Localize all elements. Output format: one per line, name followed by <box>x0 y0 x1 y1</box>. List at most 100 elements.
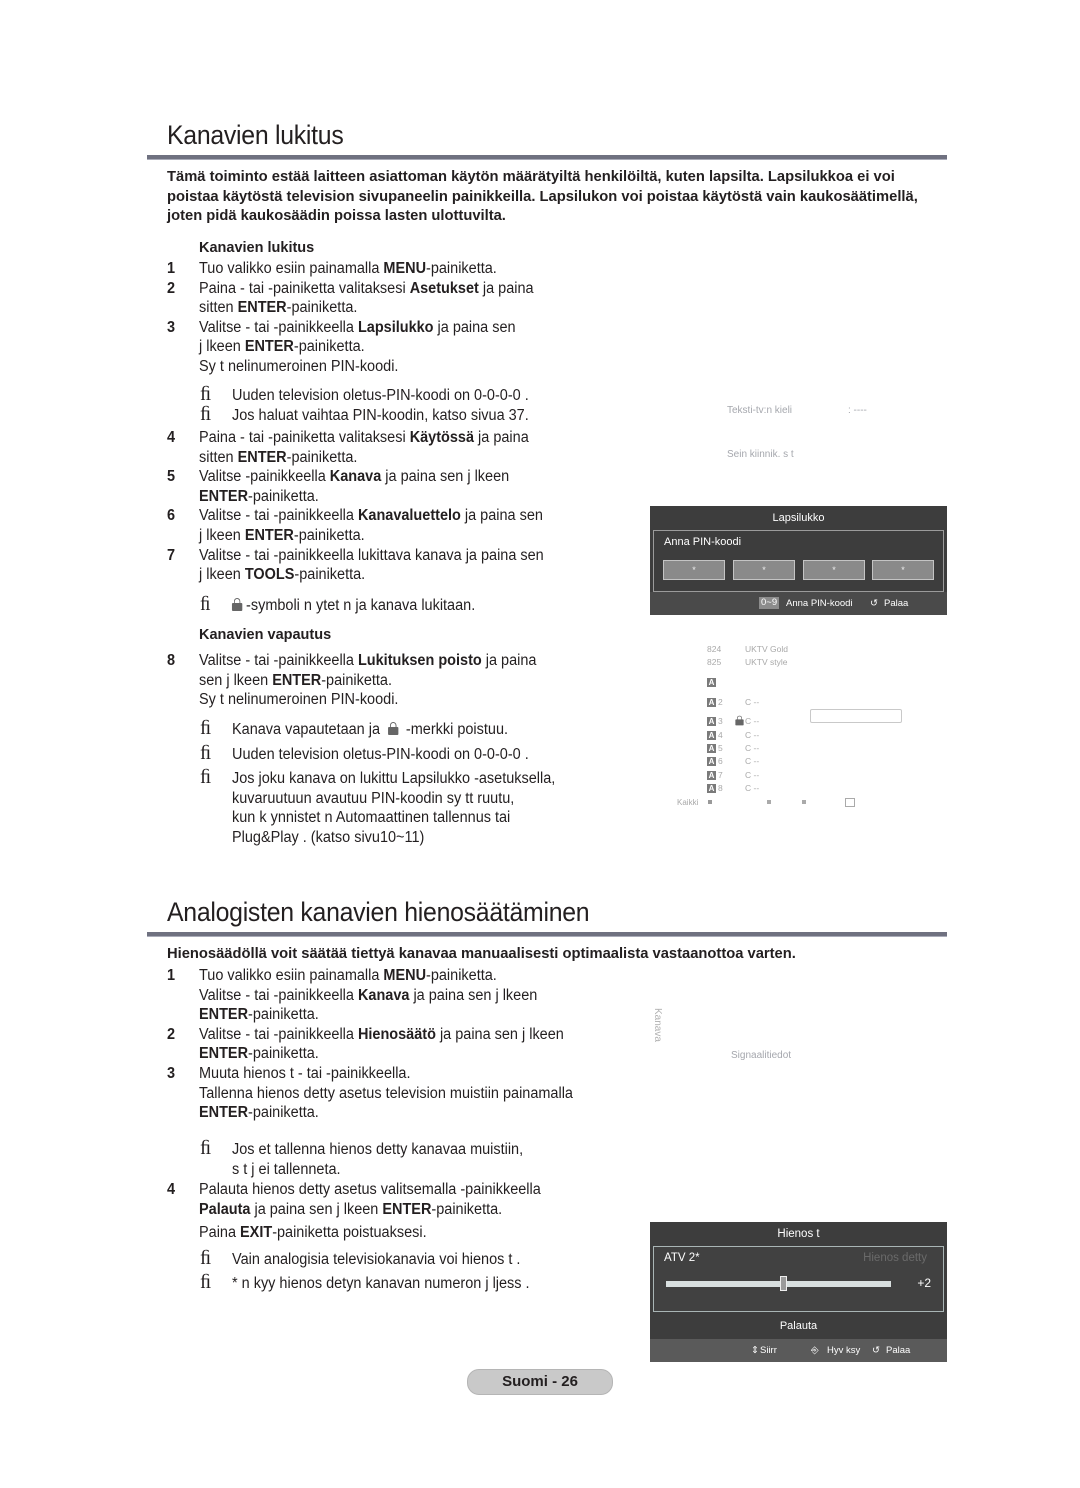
note-icon: ﬁ <box>200 766 212 789</box>
page-number-badge: Suomi - 26 <box>467 1369 613 1395</box>
channel-name: C -- <box>745 730 760 740</box>
note-item: ﬁ Kanava vapautetaan ja -merkki poistuu. <box>200 717 576 740</box>
text-line: ENTER-painiketta. <box>199 1045 319 1063</box>
text-line: j lkeen ENTER-painiketta. <box>199 526 365 544</box>
step-item: 7 Valitse - tai -painikkeella lukittava k… <box>167 546 566 585</box>
channel-number: 8 <box>718 783 723 793</box>
enter-icon: ⎆ <box>811 1345 819 1356</box>
pin-digit-row: * * * * <box>663 560 935 580</box>
note-icon: ﬁ <box>200 741 212 764</box>
step-item: 3 Valitse - tai -painikkeella Lapsilukko … <box>167 318 555 377</box>
analog-badge: A <box>707 717 716 726</box>
text-line: ENTER-painiketta. <box>199 487 319 505</box>
text-line: Paina - tai -painiketta valitaksesi Käyt… <box>199 429 529 446</box>
channel-row[interactable]: A8 C -- <box>707 783 759 793</box>
step-number: 2 <box>167 1025 176 1043</box>
text-line: Valitse - tai -painikkeella Kanavaluette… <box>199 507 543 525</box>
note-icon: ﬁ <box>200 1270 212 1293</box>
color-key-icon <box>767 800 771 804</box>
up-down-icon: ⇕ <box>751 1345 759 1356</box>
text-line: Sy t nelinumeroinen PIN-koodi. <box>199 691 399 709</box>
subheading-lock: Kanavien lukitus <box>199 240 315 256</box>
step-unlock: 8 Valitse - tai -painikkeella Lukituksen … <box>167 651 558 710</box>
channel-row[interactable]: A7 C -- <box>707 770 759 780</box>
slider-thumb[interactable] <box>780 1276 787 1291</box>
note-icon: ﬁ <box>200 402 212 425</box>
steps-list-lock-continued: 4 Paina - tai -painiketta valitaksesi Käy… <box>167 428 566 585</box>
pin-digit-box[interactable]: * <box>872 560 934 580</box>
section-intro: Tämä toiminto estää laitteen asiattoman … <box>167 168 918 224</box>
text-line: Tuo valikko esiin painamalla MENU-painik… <box>199 967 497 984</box>
text-line: Valitse - tai -painikkeella lukittava ka… <box>199 546 544 564</box>
title-rule <box>147 932 947 937</box>
filter-all-label[interactable]: Kaikki <box>677 798 698 807</box>
exit-instruction: Paina EXIT-painiketta poistuaksesi. <box>199 1223 441 1243</box>
return-icon: ↺ <box>870 598 878 609</box>
channel-row[interactable]: A5 C -- <box>707 743 759 753</box>
channel-row-top[interactable]: 824 UKTV Gold <box>707 644 788 654</box>
text-line: Uuden television oletus-PIN-koodi on 0-0… <box>232 387 529 404</box>
channel-row[interactable]: A4 C -- <box>707 730 759 740</box>
pin-help-label: Anna PIN-koodi <box>786 598 853 609</box>
return-icon: ↺ <box>872 1345 880 1356</box>
step-number: 4 <box>167 1181 176 1198</box>
text-line: kun k ynnistet n Automaattinen tallennus… <box>232 809 511 827</box>
color-key-icon <box>708 800 712 804</box>
text-line: j lkeen ENTER-painiketta. <box>199 338 365 356</box>
pin-digit-box[interactable]: * <box>733 560 795 580</box>
pin-digit-box[interactable]: * <box>803 560 865 580</box>
channel-row[interactable]: A2 C -- <box>707 697 759 707</box>
text-line: Kanava vapautetaan ja -merkki poistuu. <box>232 721 509 738</box>
text-line: Valitse - tai -painikkeella Lukituksen p… <box>199 652 537 669</box>
note-item: ﬁ Jos et tallenna hienos detty kanavaa mu… <box>200 1137 542 1179</box>
section-title-channel-lock: Kanavien lukitus <box>167 120 344 150</box>
text-line: * n kyy hienos detyn kanavan numeron j l… <box>232 1274 530 1292</box>
step-item: 3 Muuta hienos t - tai -painikkeella. Tall… <box>167 1064 597 1123</box>
fine-tune-panel: ATV 2* Hienos detty +2 <box>653 1246 944 1312</box>
text-line: Valitse - tai -painikkeella Kanava ja pa… <box>199 986 538 1004</box>
text-line: sitten ENTER-painiketta. <box>199 299 358 317</box>
channel-row-top[interactable]: 825 UKTV style <box>707 657 788 667</box>
reset-button[interactable]: Palauta <box>650 1314 947 1338</box>
analog-badge: A <box>707 757 716 766</box>
text-line: Uuden television oletus-PIN-koodi on 0-0… <box>232 745 529 763</box>
analog-badge: A <box>707 771 716 780</box>
text-line: Paina EXIT-painiketta poistuaksesi. <box>199 1224 427 1241</box>
tools-icon <box>845 798 855 807</box>
text-line: Jos haluat vaihtaa PIN-koodin, katso siv… <box>232 406 529 424</box>
channel-number: 7 <box>718 770 723 780</box>
text-line: ENTER-painiketta. <box>199 1006 319 1024</box>
step-item: 8 Valitse - tai -painikkeella Lukituksen … <box>167 651 558 710</box>
fine-tune-slider[interactable] <box>666 1276 891 1291</box>
pin-digit-box[interactable]: * <box>663 560 725 580</box>
channel-name: C -- <box>745 697 760 707</box>
step-item: 5 Valitse -painikkeella Kanava ja paina s… <box>167 467 566 506</box>
step-reset: 4 Palauta hienos detty asetus valitsemall… <box>167 1180 563 1219</box>
return-label[interactable]: Palaa <box>886 1339 910 1362</box>
step-item: 1 Tuo valikko esiin painamalla MENU-paini… <box>167 966 597 1025</box>
enter-label: Hyv ksy <box>827 1345 861 1356</box>
channel-row[interactable]: A3 C -- <box>707 715 759 726</box>
text-line: Sy t nelinumeroinen PIN-koodi. <box>199 357 399 375</box>
text-line: Valitse -painikkeella Kanava ja paina se… <box>199 468 510 486</box>
text-line: Palauta hienos detty asetus valitsemalla… <box>199 1181 541 1198</box>
return-label[interactable]: Palaa <box>884 592 908 615</box>
analog-badge: A <box>707 731 716 740</box>
wall-mount-label: Sein kiinnik. s t <box>727 449 794 460</box>
teletext-language-label: Teksti-tv:n kieli <box>727 405 793 416</box>
step-number: 1 <box>167 260 176 277</box>
text-line: Muuta hienos t - tai -painikkeella. <box>199 1064 411 1082</box>
signal-info-item[interactable]: Signaalitiedot <box>731 1050 791 1061</box>
note-item: ﬁ * n kyy hienos detyn kanavan numeron j… <box>200 1270 549 1294</box>
text-line: Vain analogisia televisiokanavia voi hie… <box>232 1251 521 1268</box>
text-line: Paina - tai -painiketta valitaksesi Aset… <box>199 279 534 297</box>
step-number: 7 <box>167 546 176 564</box>
notes-unlock: ﬁ Kanava vapautetaan ja -merkki poistuu. ﬁ… <box>200 717 576 853</box>
channel-row[interactable]: A6 C -- <box>707 756 759 766</box>
note-lock-symbol: ﬁ -symboli n ytet n ja kanava lukitaan. <box>200 593 476 615</box>
step-number: 3 <box>167 318 176 336</box>
channel-menu-tab[interactable]: Kanava <box>652 1008 663 1042</box>
fine-tune-help-bar: ⇕ Siirr ⎆ Hyv ksy ↺ Palaa <box>650 1339 947 1362</box>
steps-list-lock: 1 Tuo valikko esiin painamalla MENU-paini… <box>167 259 555 377</box>
notes-pin-default: ﬁ Uuden television oletus-PIN-koodi on 0-… <box>200 383 548 425</box>
